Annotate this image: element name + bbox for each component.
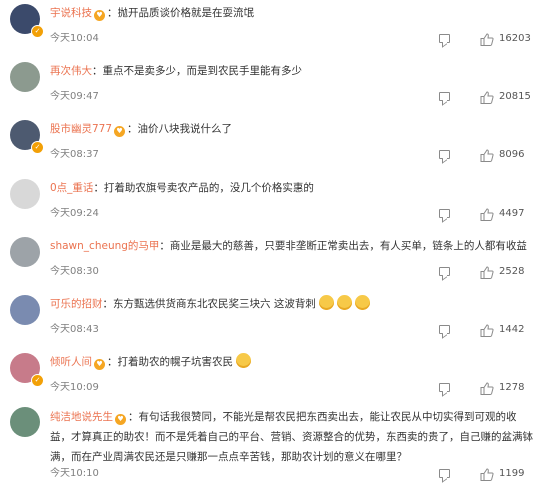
comment-time: 今天09:47	[50, 91, 99, 102]
like-icon[interactable]	[480, 208, 494, 221]
comment-text: ：抛开品质谈价格就是在耍流氓	[107, 7, 254, 19]
vip-icon: ♥	[115, 414, 126, 425]
verified-badge-icon: ✓	[31, 25, 44, 38]
comment-line: 再次伟大：重点不是卖多少，而是到农民手里能有多少	[50, 62, 538, 80]
comment-list: ✓ 宇说科技 ♥ ：抛开品质谈价格就是在耍流氓 今天10:04 16203 再次伟大：重点不…	[0, 0, 550, 481]
like-icon[interactable]	[480, 149, 494, 162]
comment-item: 纯洁地说先生 ♥ ：有句话我很赞同，不能光是帮农民把东西卖出去，能让农民从中切实得到…	[0, 403, 550, 481]
reply-icon[interactable]	[439, 325, 450, 334]
username-link[interactable]: 股市幽灵777	[50, 123, 112, 135]
reply-icon[interactable]	[439, 34, 450, 43]
comment-time: 今天08:30	[50, 266, 99, 277]
like-count: 16203	[499, 33, 531, 44]
comment-time: 今天08:37	[50, 149, 99, 160]
comment-text: ：油价八块我说什么了	[127, 123, 233, 135]
comment-item: 0点_重话：打着助农旗号卖农产品的，没几个价格实惠的今天09:24 4497	[0, 175, 550, 233]
emoji-icon	[236, 353, 251, 368]
comment-item: 再次伟大：重点不是卖多少，而是到农民手里能有多少今天09:47 20815	[0, 58, 550, 116]
like-count: 1199	[499, 468, 525, 479]
like-count: 2528	[499, 266, 525, 277]
comment-line: 可乐的招财：东方甄选供货商东北农民奖三块六 这波背刺	[50, 295, 538, 313]
reply-icon[interactable]	[439, 209, 450, 218]
like-icon[interactable]	[480, 382, 494, 395]
username-link[interactable]: shawn_cheung的马甲	[50, 240, 159, 252]
comment-line: 股市幽灵777 ♥ ：油价八块我说什么了	[50, 120, 538, 138]
like-count: 20815	[499, 91, 531, 102]
comment-text: ：东方甄选供货商东北农民奖三块六 这波背刺	[102, 298, 316, 310]
like-icon[interactable]	[480, 468, 494, 481]
vip-icon: ♥	[94, 10, 105, 21]
emoji-icon	[318, 295, 334, 310]
comment-item: ✓ 倾听人间 ♥ ：打着助农的幌子坑害农民今天10:09 1278	[0, 349, 550, 407]
comment-time: 今天10:04	[50, 33, 99, 44]
comment-line: 宇说科技 ♥ ：抛开品质谈价格就是在耍流氓	[50, 4, 538, 22]
reply-icon[interactable]	[439, 267, 450, 276]
comment-line: 倾听人间 ♥ ：打着助农的幌子坑害农民	[50, 353, 538, 371]
avatar[interactable]	[10, 295, 40, 325]
comment-line: 纯洁地说先生 ♥ ：有句话我很赞同，不能光是帮农民把东西卖出去，能让农民从中切实得到…	[50, 407, 536, 467]
comment-text: ：商业是最大的慈善，只要非垄断正常卖出去，有人买单，链条上的人都有收益	[159, 240, 527, 252]
comment-line: shawn_cheung的马甲：商业是最大的慈善，只要非垄断正常卖出去，有人买单…	[50, 237, 538, 255]
comment-item: ✓ 宇说科技 ♥ ：抛开品质谈价格就是在耍流氓今天10:04 16203	[0, 0, 550, 58]
comment-item: shawn_cheung的马甲：商业是最大的慈善，只要非垄断正常卖出去，有人买单…	[0, 233, 550, 291]
comment-time: 今天08:43	[50, 324, 99, 335]
reply-icon[interactable]	[439, 383, 450, 392]
like-count: 1442	[499, 324, 525, 335]
username-link[interactable]: 宇说科技	[50, 7, 92, 19]
avatar[interactable]	[10, 179, 40, 209]
comment-time: 今天10:09	[50, 382, 99, 393]
like-icon[interactable]	[480, 324, 494, 337]
emoji-icon	[354, 295, 370, 310]
comment-item: ✓ 股市幽灵777 ♥ ：油价八块我说什么了今天08:37 8096	[0, 116, 550, 174]
verified-badge-icon: ✓	[31, 141, 44, 154]
emoji-icon	[336, 295, 352, 310]
comment-item: 可乐的招财：东方甄选供货商东北农民奖三块六 这波背刺今天08:43 1442	[0, 291, 550, 349]
avatar[interactable]	[10, 407, 40, 437]
reply-icon[interactable]	[439, 150, 450, 159]
verified-badge-icon: ✓	[31, 374, 44, 387]
comment-text: ：重点不是卖多少，而是到农民手里能有多少	[92, 65, 302, 77]
username-link[interactable]: 倾听人间	[50, 356, 92, 368]
like-icon[interactable]	[480, 266, 494, 279]
comment-line: 0点_重话：打着助农旗号卖农产品的，没几个价格实惠的	[50, 179, 538, 197]
comment-text: ：打着助农的幌子坑害农民	[107, 356, 233, 368]
like-icon[interactable]	[480, 33, 494, 46]
vip-icon: ♥	[114, 126, 126, 137]
avatar[interactable]	[10, 62, 40, 92]
comment-time: 今天09:24	[50, 208, 99, 219]
avatar[interactable]	[10, 237, 40, 267]
username-link[interactable]: 可乐的招财	[50, 298, 103, 310]
like-count: 8096	[499, 149, 525, 160]
username-link[interactable]: 再次伟大	[50, 65, 92, 77]
like-count: 1278	[499, 382, 525, 393]
vip-icon: ♥	[94, 359, 105, 370]
like-icon[interactable]	[480, 91, 494, 104]
username-link[interactable]: 0点_重话	[50, 182, 93, 194]
reply-icon[interactable]	[439, 92, 450, 101]
username-link[interactable]: 纯洁地说先生	[50, 411, 113, 423]
comment-text: ：打着助农旗号卖农产品的，没几个价格实惠的	[93, 182, 314, 194]
comment-time: 今天10:10	[50, 468, 99, 479]
like-count: 4497	[499, 208, 525, 219]
